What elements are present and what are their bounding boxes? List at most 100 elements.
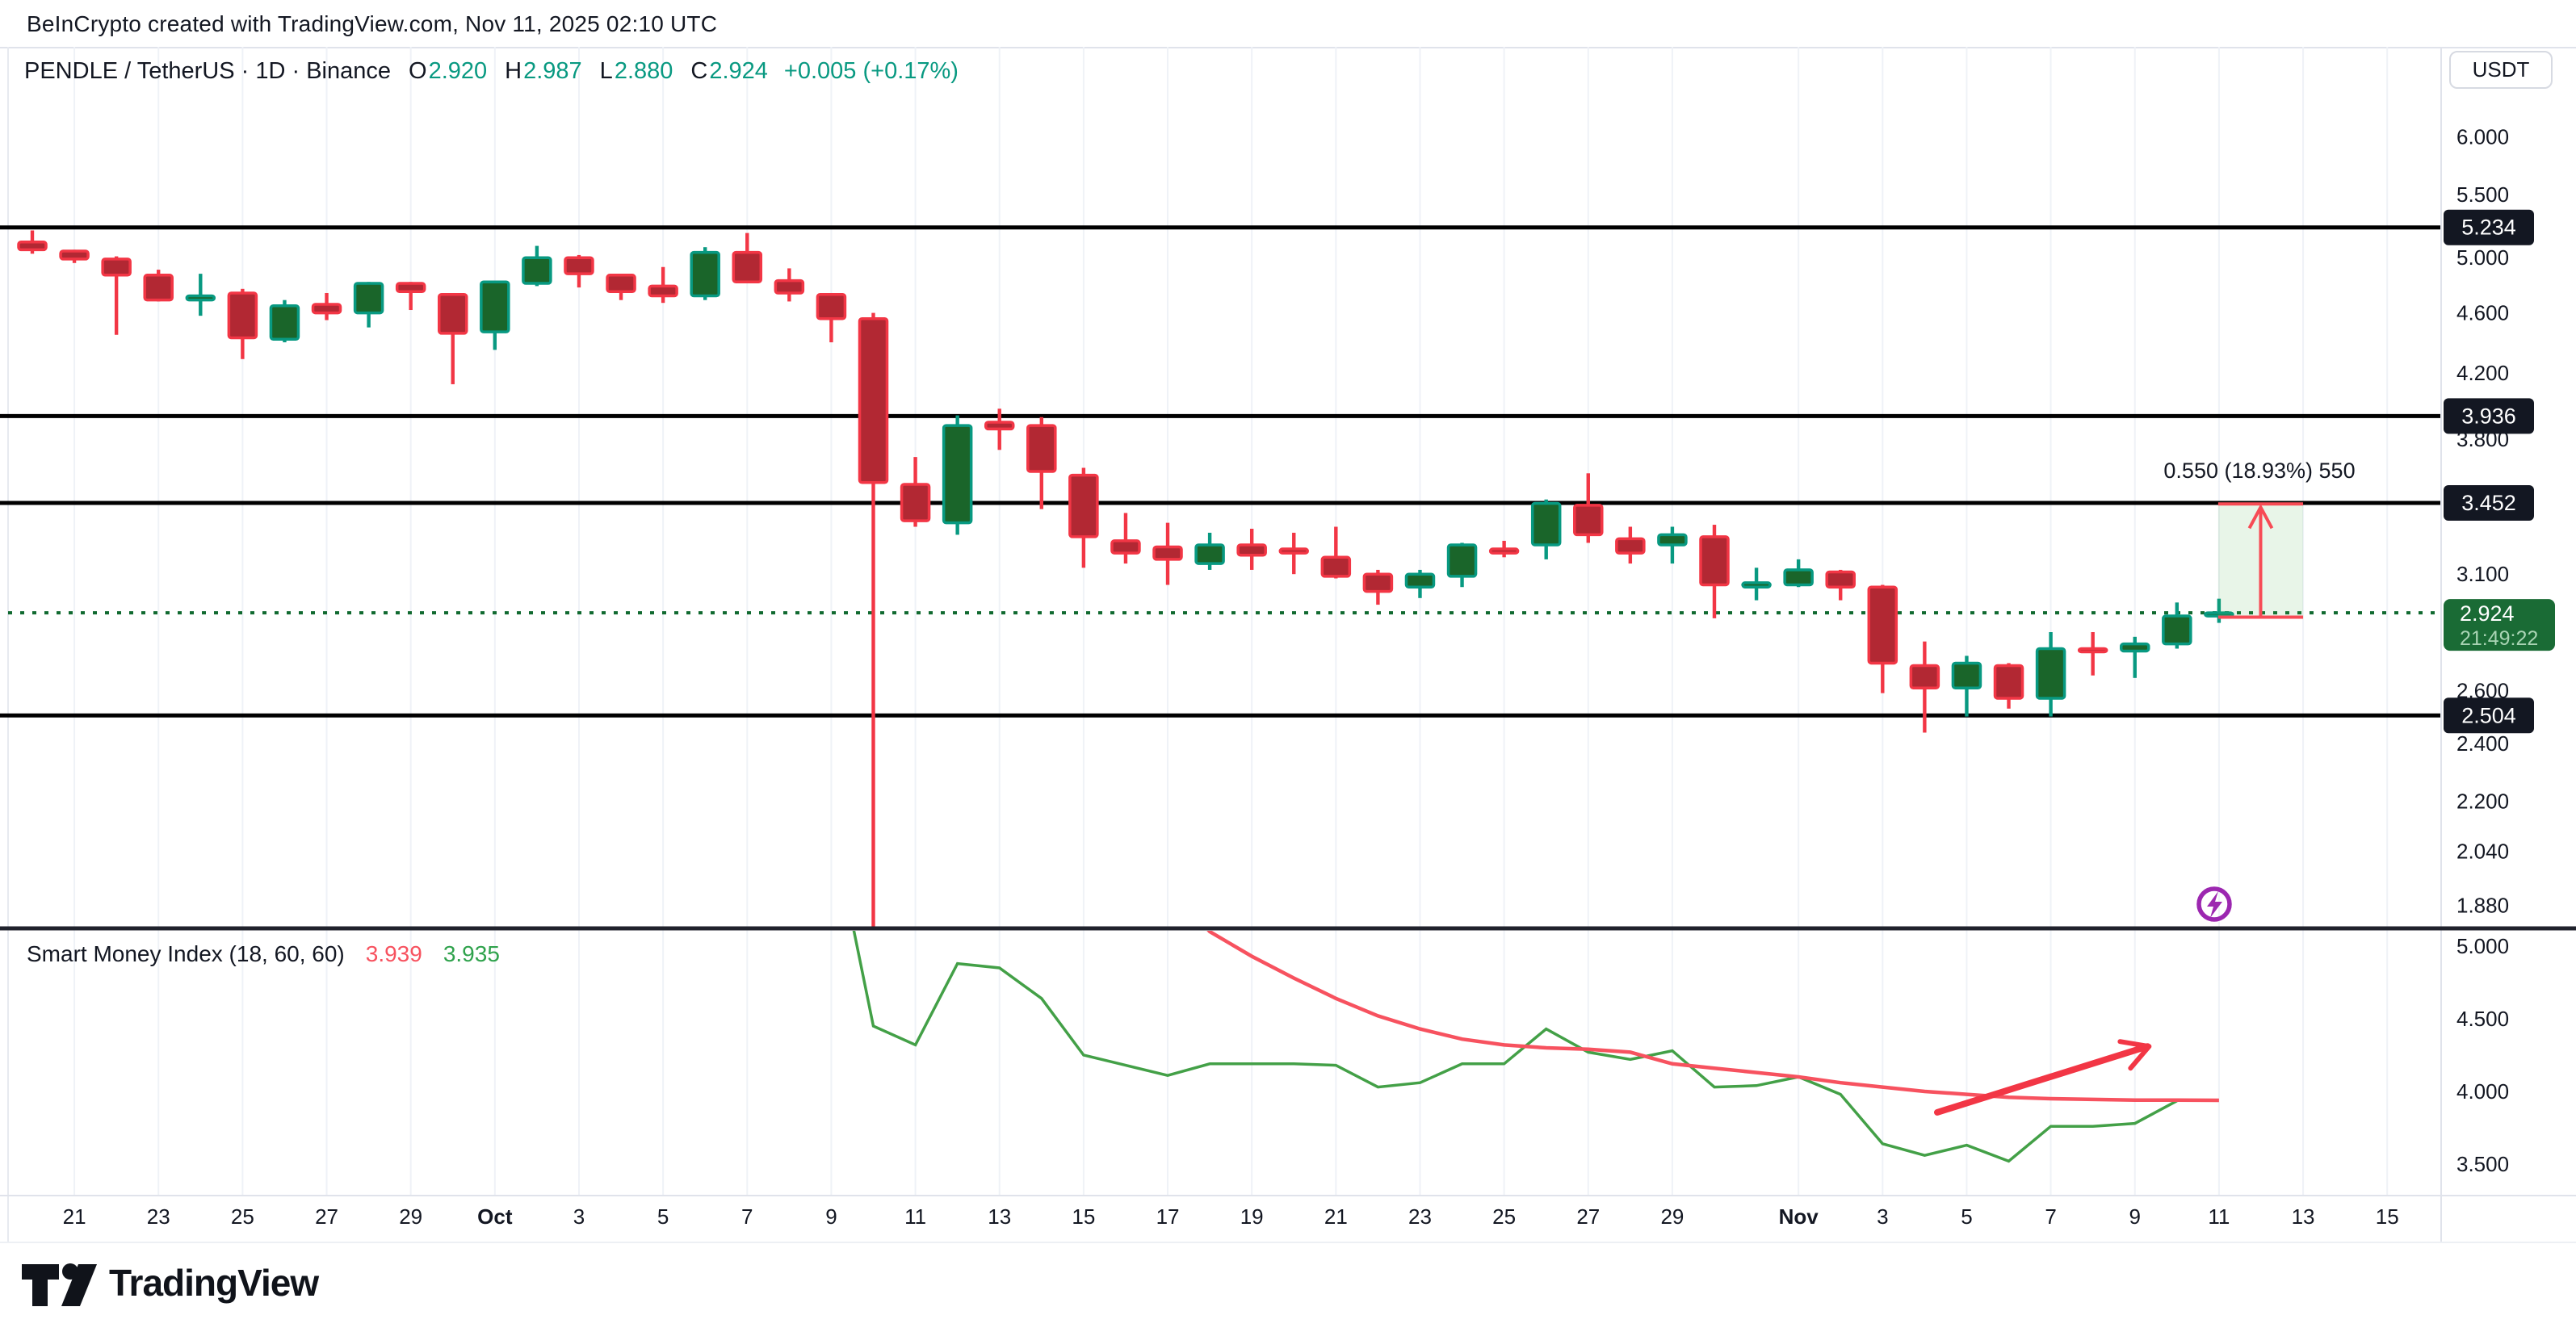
- candle-body: [944, 425, 971, 522]
- candle-body: [1953, 663, 1980, 688]
- candle-body: [1701, 537, 1728, 585]
- indicator-tick-label: 4.000: [2456, 1079, 2509, 1104]
- svg-text:2.924: 2.924: [2460, 601, 2515, 626]
- candle-body: [565, 258, 593, 274]
- price-axis[interactable]: 6.0005.5005.0004.6004.2003.8003.4003.100…: [2444, 125, 2555, 1176]
- candle-body: [1827, 572, 1854, 588]
- candle-body: [1070, 475, 1097, 537]
- time-tick-label: 19: [1240, 1204, 1264, 1229]
- time-tick-label: 29: [1660, 1204, 1684, 1229]
- candle-body: [19, 242, 46, 250]
- candle-body: [902, 484, 929, 521]
- candle-body: [1112, 541, 1139, 553]
- candle-body: [1785, 570, 1812, 585]
- time-tick-label: 13: [988, 1204, 1011, 1229]
- candle-body: [1575, 505, 1602, 535]
- time-tick-label: 7: [2045, 1204, 2056, 1229]
- candle-body: [1911, 665, 1938, 688]
- boost-flash-icon[interactable]: [2199, 889, 2230, 919]
- price-tick-label: 1.880: [2456, 893, 2509, 917]
- candle-body: [145, 275, 172, 300]
- symbol-legend[interactable]: PENDLE / TetherUS · 1D · Binance O 2.920…: [24, 58, 959, 85]
- chart-canvas[interactable]: 6.0005.5005.0004.6004.2003.8003.4003.100…: [0, 0, 2576, 1332]
- open-label: O: [409, 58, 427, 85]
- indicator-tick-label: 5.000: [2456, 934, 2509, 958]
- high-label: H: [505, 58, 522, 85]
- tradingview-logo-icon: [20, 1258, 98, 1308]
- open-value: 2.920: [429, 58, 488, 85]
- price-tick-label: 2.400: [2456, 731, 2509, 756]
- candle-body: [2163, 616, 2191, 644]
- time-axis[interactable]: 2123252729Oct357911131517192123252729Nov…: [63, 1204, 2399, 1229]
- time-tick-label: 5: [657, 1204, 669, 1229]
- currency-unit-button[interactable]: USDT: [2449, 51, 2553, 89]
- time-tick-label: 25: [1492, 1204, 1516, 1229]
- time-tick-label: 15: [1072, 1204, 1095, 1229]
- candle-body: [649, 286, 677, 295]
- candle-body: [1491, 549, 1518, 553]
- indicator-title: Smart Money Index (18, 60, 60): [27, 941, 345, 967]
- candle-body: [1659, 534, 1686, 545]
- svg-text:3.452: 3.452: [2461, 491, 2516, 515]
- measurement-projection[interactable]: [2218, 502, 2303, 617]
- tradingview-chart-screenshot: BeInCrypto created with TradingView.com,…: [0, 0, 2576, 1332]
- candle-wick: [2091, 632, 2094, 676]
- candle-body: [439, 295, 467, 333]
- price-tick-label: 5.500: [2456, 182, 2509, 207]
- price-tick-label: 4.200: [2456, 361, 2509, 385]
- candle-body: [607, 275, 635, 291]
- candle-body: [1869, 587, 1896, 663]
- candle-body: [2079, 648, 2107, 651]
- time-tick-label: 11: [2208, 1204, 2230, 1229]
- smi-indicator-pane[interactable]: [848, 903, 2219, 1161]
- close-value: 2.924: [709, 58, 768, 85]
- candle-body: [1364, 574, 1391, 591]
- time-tick-label: Nov: [1779, 1204, 1819, 1229]
- last-price-badge: 2.92421:49:22: [2444, 599, 2555, 651]
- candle-body: [2121, 644, 2149, 651]
- price-tick-label: 2.200: [2456, 789, 2509, 813]
- indicator-legend[interactable]: Smart Money Index (18, 60, 60) 3.939 3.9…: [27, 941, 500, 967]
- candle-body: [1743, 583, 1770, 587]
- time-tick-label: 3: [1877, 1204, 1888, 1229]
- tradingview-logo-text: TradingView: [109, 1261, 318, 1305]
- candle-body: [1154, 547, 1181, 559]
- candle-body: [1280, 549, 1307, 553]
- close-label: C: [690, 58, 707, 85]
- time-tick-label: 27: [1576, 1204, 1600, 1229]
- candle-body: [2037, 648, 2065, 697]
- candle-body: [103, 259, 130, 275]
- candle-body: [313, 304, 341, 313]
- candle-body: [61, 251, 88, 259]
- symbol-title: PENDLE / TetherUS · 1D · Binance: [24, 58, 391, 85]
- candle-body: [1406, 574, 1433, 587]
- candle-body: [733, 253, 761, 283]
- indicator-tick-label: 3.500: [2456, 1152, 2509, 1176]
- price-tick-label: 4.600: [2456, 301, 2509, 325]
- time-tick-label: 9: [2129, 1204, 2141, 1229]
- level-price-badge: 3.936: [2444, 398, 2534, 434]
- high-value: 2.987: [523, 58, 582, 85]
- price-tick-label: 6.000: [2456, 125, 2509, 149]
- candle-body: [1238, 545, 1265, 555]
- time-tick-label: 25: [231, 1204, 254, 1229]
- time-tick-label: Oct: [477, 1204, 513, 1229]
- candle-body: [355, 283, 383, 313]
- time-tick-label: 13: [2292, 1204, 2315, 1229]
- candle-body: [229, 293, 256, 337]
- indicator-tick-label: 4.500: [2456, 1007, 2509, 1031]
- candle-body: [817, 295, 845, 319]
- measure-annotation-label: 0.550 (18.93%) 550: [2138, 459, 2381, 484]
- time-tick-label: 23: [147, 1204, 170, 1229]
- tradingview-logo[interactable]: TradingView: [20, 1258, 318, 1308]
- svg-text:2.504: 2.504: [2461, 703, 2516, 727]
- price-tick-label: 5.000: [2456, 245, 2509, 270]
- drawn-trend-arrow[interactable]: [1937, 1041, 2149, 1112]
- time-tick-label: 17: [1156, 1204, 1180, 1229]
- indicator-value-red: 3.939: [366, 941, 422, 967]
- gridlines: [74, 47, 2387, 1195]
- time-tick-label: 21: [1324, 1204, 1348, 1229]
- time-tick-label: 15: [2376, 1204, 2399, 1229]
- svg-text:3.936: 3.936: [2461, 404, 2516, 428]
- smi-green-line: [848, 903, 2177, 1161]
